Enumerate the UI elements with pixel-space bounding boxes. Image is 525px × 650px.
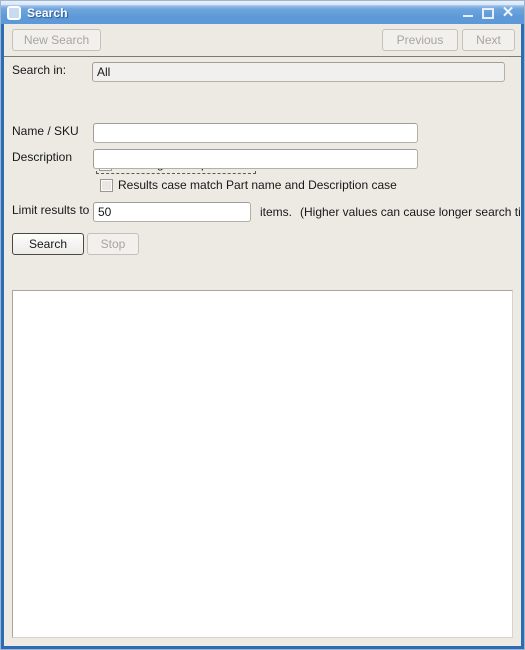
name-sku-label: Name / SKU — [12, 124, 79, 138]
stop-button[interactable]: Stop — [87, 233, 139, 255]
new-search-button[interactable]: New Search — [12, 29, 101, 51]
toolbar: New Search Previous Next — [4, 24, 521, 57]
case-match-label: Results case match Part name and Descrip… — [118, 178, 397, 192]
name-sku-input[interactable] — [93, 123, 418, 143]
description-label: Description — [12, 150, 73, 164]
search-results-content — [13, 291, 512, 637]
previous-button[interactable]: Previous — [382, 29, 458, 51]
search-in-label: Search in: — [12, 63, 67, 77]
close-icon[interactable]: ✕ — [501, 5, 515, 20]
limit-results-input[interactable] — [93, 202, 251, 222]
description-input[interactable] — [93, 149, 418, 169]
search-button[interactable]: Search — [12, 233, 84, 255]
limit-hint-label: (Higher values can cause longer search t… — [300, 205, 521, 219]
app-window-icon — [7, 5, 21, 20]
search-results-panel[interactable] — [12, 290, 513, 638]
limit-row: Limit results to — [12, 203, 89, 217]
items-label: items. — [260, 205, 293, 219]
limit-label: Limit results to — [12, 203, 90, 217]
title-bar[interactable]: Search ✕ — [1, 1, 524, 24]
window-controls: ✕ — [462, 5, 515, 20]
search-form: Search in: Use Regular Expressions Name … — [4, 57, 521, 265]
client-area: New Search Previous Next Search in: Use … — [4, 24, 521, 646]
maximize-icon[interactable] — [482, 7, 494, 19]
description-row: Description — [12, 150, 72, 164]
search-in-field[interactable] — [92, 62, 505, 82]
checkbox-box-icon — [100, 178, 113, 192]
search-window: Search ✕ New Search Previous Next Search… — [0, 0, 525, 650]
name-sku-row: Name / SKU — [12, 124, 79, 138]
window-title: Search — [27, 5, 68, 20]
next-button[interactable]: Next — [462, 29, 515, 51]
case-match-checkbox[interactable]: Results case match Part name and Descrip… — [97, 175, 401, 195]
minimize-icon[interactable] — [462, 6, 475, 19]
search-in-row: Search in: — [12, 63, 92, 77]
